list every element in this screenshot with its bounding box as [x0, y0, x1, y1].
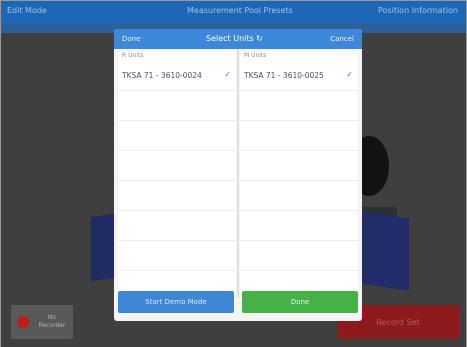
background-title: Measurement Pool Presets — [187, 6, 293, 15]
column-divider — [237, 49, 239, 297]
select-units-dialog: Done Select Units ↻ Cancel R Units TKSA … — [114, 29, 362, 321]
list-item-empty — [240, 91, 358, 121]
r-unit-name: TKSA 71 - 3610-0024 — [122, 71, 202, 80]
list-item-empty — [240, 241, 358, 271]
dialog-header: Done Select Units ↻ Cancel — [114, 29, 362, 49]
m-units-label: M Units — [244, 52, 267, 59]
list-item-r-unit[interactable]: TKSA 71 - 3610-0024 ✓ — [118, 61, 236, 91]
edit-mode-link[interactable]: Edit Mode — [7, 6, 47, 15]
list-item-empty — [118, 241, 236, 271]
record-dot-icon — [17, 316, 29, 328]
list-item-empty — [240, 151, 358, 181]
app-window: Edit Mode Measurement Pool Presets Posit… — [0, 0, 467, 347]
no-recorder-label: No Recorder — [38, 314, 66, 329]
done-button[interactable]: Done — [242, 291, 358, 313]
list-item-empty — [118, 181, 236, 211]
list-item-empty — [118, 151, 236, 181]
no-recorder-button[interactable]: No Recorder — [11, 305, 73, 339]
r-units-label: R Units — [122, 52, 144, 59]
list-item-empty — [118, 211, 236, 241]
background-topbar: Edit Mode Measurement Pool Presets Posit… — [1, 1, 466, 23]
checkmark-icon: ✓ — [224, 70, 231, 79]
r-units-list: R Units TKSA 71 - 3610-0024 ✓ — [118, 51, 236, 297]
m-units-list: M Units TKSA 71 - 3610-0025 ✓ — [240, 51, 358, 297]
list-item-empty — [118, 121, 236, 151]
refresh-icon[interactable]: ↻ — [256, 34, 263, 43]
position-info-link[interactable]: Position Information — [378, 6, 458, 15]
list-item-empty — [240, 181, 358, 211]
list-item-empty — [240, 121, 358, 151]
start-demo-mode-button[interactable]: Start Demo Mode — [118, 291, 234, 313]
right-unit-shape — [357, 211, 409, 291]
checkmark-icon: ✓ — [346, 70, 353, 79]
list-item-empty — [118, 91, 236, 121]
header-done-button[interactable]: Done — [122, 35, 140, 43]
header-cancel-button[interactable]: Cancel — [330, 35, 354, 43]
list-item-m-unit[interactable]: TKSA 71 - 3610-0025 ✓ — [240, 61, 358, 91]
list-item-empty — [240, 211, 358, 241]
m-unit-name: TKSA 71 - 3610-0025 — [244, 71, 324, 80]
dialog-title: Select Units — [206, 34, 254, 43]
